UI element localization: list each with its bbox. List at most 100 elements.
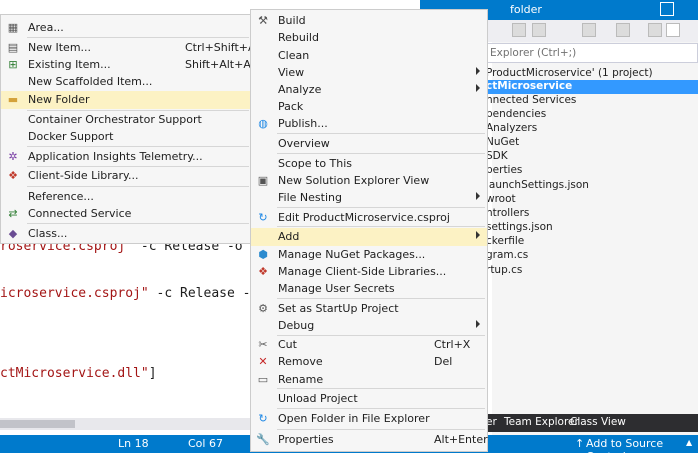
menu-item-overview[interactable]: Overview	[251, 135, 487, 153]
menu-item-label: Application Insights Telemetry...	[28, 150, 203, 163]
menu-item-new-solution-explorer-view[interactable]: ▣ New Solution Explorer View	[251, 172, 487, 190]
menu-item-manage-client-libraries[interactable]: ❖ Manage Client-Side Libraries...	[251, 263, 487, 281]
refresh-icon: ↻	[258, 211, 268, 224]
menu-separator	[277, 133, 485, 134]
menu-item-label: Add	[278, 230, 300, 243]
tree-item[interactable]: ProductMicroservice' (1 project)	[486, 67, 653, 81]
menu-item-remove[interactable]: ✕ Remove Del	[251, 353, 487, 371]
tree-item[interactable]: ckerfile	[486, 235, 524, 249]
tree-item[interactable]: NuGet	[486, 136, 519, 150]
menu-item-label: Debug	[278, 319, 315, 332]
code-line: ctMicroservice.dll"]	[0, 366, 157, 381]
menu-item-rename[interactable]: ▭ Rename	[251, 371, 487, 389]
menu-item-publish[interactable]: ◍ Publish...	[251, 115, 487, 133]
menu-item-new-folder[interactable]: ▬ New Folder	[1, 91, 251, 109]
wrench-icon: 🔧	[256, 433, 270, 446]
add-submenu: ▦ Area... ▤ New Item... Ctrl+Shift+A ⊞ Existin…	[0, 14, 256, 244]
menu-separator	[27, 146, 249, 147]
new-item-icon: ▤	[7, 41, 19, 54]
menu-item-clean[interactable]: Clean	[251, 47, 487, 65]
menu-item-new-item[interactable]: ▤ New Item... Ctrl+Shift+A	[1, 39, 256, 57]
menu-item-shortcut: Ctrl+X	[434, 338, 471, 351]
tab-class-view[interactable]: Class View	[570, 416, 626, 428]
menu-item-shortcut: Shift+Alt+A	[185, 58, 251, 71]
tree-item[interactable]: pendencies	[486, 108, 546, 122]
tree-item[interactable]: rtup.cs	[486, 264, 522, 278]
menu-item-label: Build	[278, 14, 306, 27]
tree-item[interactable]: perties	[486, 164, 522, 178]
tree-item[interactable]: gram.cs	[486, 249, 528, 263]
menu-item-debug[interactable]: Debug	[251, 317, 487, 335]
menu-item-label: Reference...	[28, 190, 94, 203]
menu-item-edit-csproj[interactable]: ↻ Edit ProductMicroservice.csproj	[251, 209, 487, 227]
collapse-icon[interactable]	[582, 23, 596, 37]
tree-item[interactable]: ntrollers	[486, 207, 529, 221]
menu-separator	[277, 226, 485, 227]
menu-item-label: Remove	[278, 355, 323, 368]
menu-item-properties[interactable]: 🔧 Properties Alt+Enter	[251, 431, 488, 449]
tree-item[interactable]: settings.json	[486, 221, 553, 235]
menu-item-label: New Folder	[28, 93, 90, 106]
tree-item[interactable]: wroot	[486, 193, 516, 207]
menu-item-manage-nuget[interactable]: ⬢ Manage NuGet Packages...	[251, 246, 487, 264]
menu-item-cut[interactable]: ✂ Cut Ctrl+X	[251, 336, 487, 354]
history-icon[interactable]	[532, 23, 546, 37]
menu-item-manage-user-secrets[interactable]: Manage User Secrets	[251, 280, 487, 298]
tree-item[interactable]: ctMicroservice	[486, 80, 698, 94]
menu-separator	[277, 207, 485, 208]
menu-separator	[277, 429, 485, 430]
tab-team-explorer[interactable]: Team Explorer	[504, 416, 579, 428]
menu-item-label: Docker Support	[28, 130, 114, 143]
pin-icon[interactable]	[660, 2, 674, 16]
tree-item[interactable]: launchSettings.json	[486, 179, 589, 193]
menu-item-label: Manage Client-Side Libraries...	[278, 265, 447, 278]
menu-item-connected-service[interactable]: ⇄ Connected Service	[1, 205, 251, 223]
home-icon[interactable]	[512, 23, 526, 37]
menu-item-scope-to-this[interactable]: Scope to This	[251, 155, 487, 173]
menu-item-label: View	[278, 66, 305, 79]
menu-item-open-folder[interactable]: ↻ Open Folder in File Explorer	[251, 410, 487, 428]
menu-item-file-nesting[interactable]: File Nesting	[251, 189, 487, 207]
menu-item-class[interactable]: ◆ Class...	[1, 225, 251, 243]
switch-views-icon[interactable]	[616, 23, 630, 37]
menu-item-add[interactable]: Add	[251, 228, 487, 246]
menu-item-area[interactable]: ▦ Area...	[1, 19, 251, 37]
menu-item-application-insights[interactable]: ✲ Application Insights Telemetry...	[1, 148, 251, 166]
menu-item-label: Existing Item...	[28, 58, 111, 71]
menu-item-container-orchestrator-support[interactable]: Container Orchestrator Support	[1, 111, 251, 129]
menu-item-label: Container Orchestrator Support	[28, 113, 202, 126]
menu-item-label: Clean	[278, 49, 310, 62]
menu-separator	[277, 153, 485, 154]
tree-item[interactable]: nnected Services	[486, 94, 576, 108]
menu-item-pack[interactable]: Pack	[251, 98, 487, 116]
submenu-arrow-icon	[476, 231, 480, 239]
menu-item-unload-project[interactable]: Unload Project	[251, 390, 487, 408]
properties-wrench-icon[interactable]	[648, 23, 662, 37]
nuget-icon: ⬢	[258, 248, 268, 261]
menu-item-rebuild[interactable]: Rebuild	[251, 29, 487, 47]
menu-item-docker-support[interactable]: Docker Support	[1, 128, 251, 146]
search-input[interactable]: Explorer (Ctrl+;)	[485, 43, 698, 63]
menu-item-view[interactable]: View	[251, 64, 487, 82]
tree-item[interactable]: Analyzers	[486, 122, 537, 136]
publish-icon: ◍	[258, 117, 268, 130]
folder-icon: ▬	[7, 93, 19, 106]
tree-item[interactable]: SDK	[486, 150, 508, 164]
column-number: Col 67	[188, 437, 223, 450]
add-to-source-control-button[interactable]: Add to Source Control	[586, 437, 698, 463]
menu-item-set-startup[interactable]: ⚙ Set as StartUp Project	[251, 300, 487, 318]
menu-item-analyze[interactable]: Analyze	[251, 81, 487, 99]
client-lib-icon: ❖	[258, 265, 268, 278]
menu-item-existing-item[interactable]: ⊞ Existing Item... Shift+Alt+A	[1, 56, 251, 74]
submenu-arrow-icon	[476, 67, 480, 75]
preview-icon[interactable]	[666, 23, 680, 37]
horizontal-scrollbar[interactable]	[0, 418, 250, 430]
menu-item-label: File Nesting	[278, 191, 342, 204]
menu-item-client-side-library[interactable]: ❖ Client-Side Library...	[1, 167, 251, 185]
menu-item-build[interactable]: ⚒ Build	[251, 12, 487, 30]
menu-item-reference[interactable]: Reference...	[1, 188, 251, 206]
menu-item-label: Overview	[278, 137, 330, 150]
menu-item-label: Analyze	[278, 83, 322, 96]
scrollbar-thumb[interactable]	[0, 420, 75, 428]
menu-item-new-scaffolded-item[interactable]: New Scaffolded Item...	[1, 73, 251, 91]
